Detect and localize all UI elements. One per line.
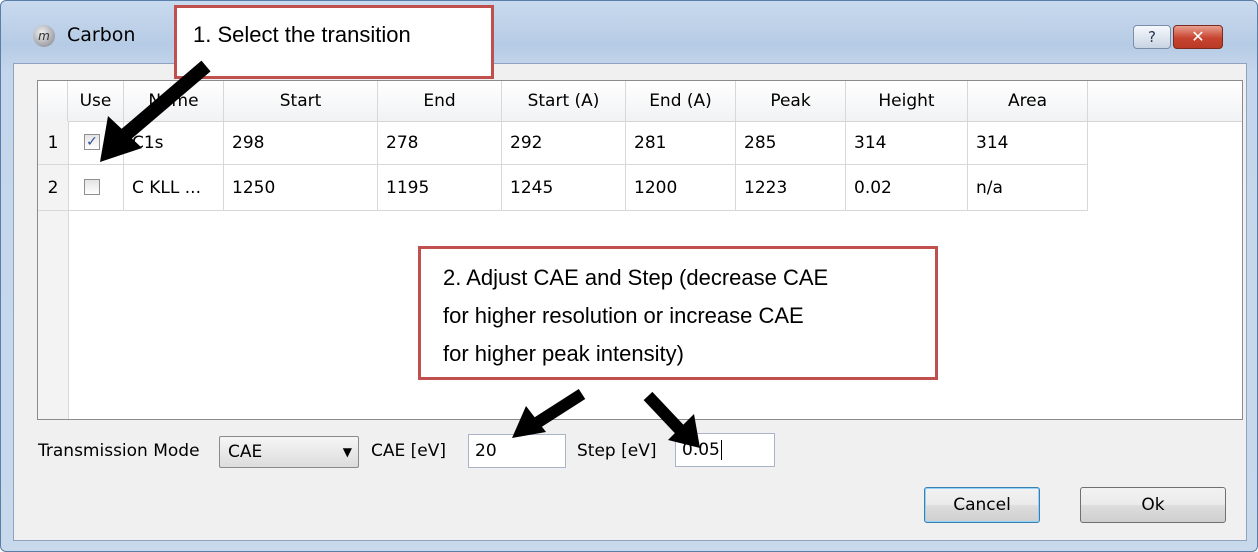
arrow-to-cae-field-icon [512,388,586,438]
annotation-arrows [100,60,700,448]
arrow-to-step-field-icon [643,391,700,448]
arrow-to-checkbox-icon [100,60,211,162]
